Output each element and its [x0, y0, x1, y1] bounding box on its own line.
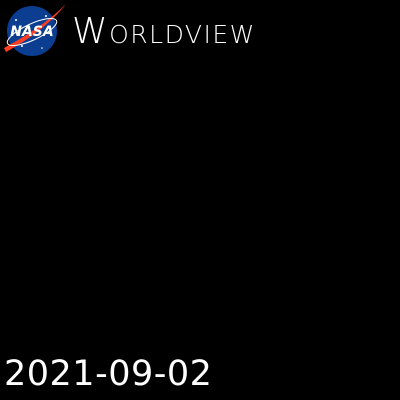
date-label: 2021-09-02	[4, 354, 213, 394]
star-shape	[21, 45, 23, 47]
star-shape	[41, 47, 43, 49]
nasa-meatball-icon: NASA	[4, 4, 66, 56]
worldview-viewer: NASA WORLDVIEW 2021-09-02	[0, 0, 400, 400]
nasa-logo-text: NASA	[10, 24, 53, 40]
app-title-initial: W	[72, 11, 110, 52]
brand-header: NASA WORLDVIEW	[2, 2, 256, 58]
star-shape	[45, 15, 47, 17]
app-title: WORLDVIEW	[72, 14, 256, 50]
app-title-rest: ORLDVIEW	[109, 20, 256, 49]
star-shape	[15, 19, 17, 21]
map-canvas[interactable]	[0, 58, 400, 340]
